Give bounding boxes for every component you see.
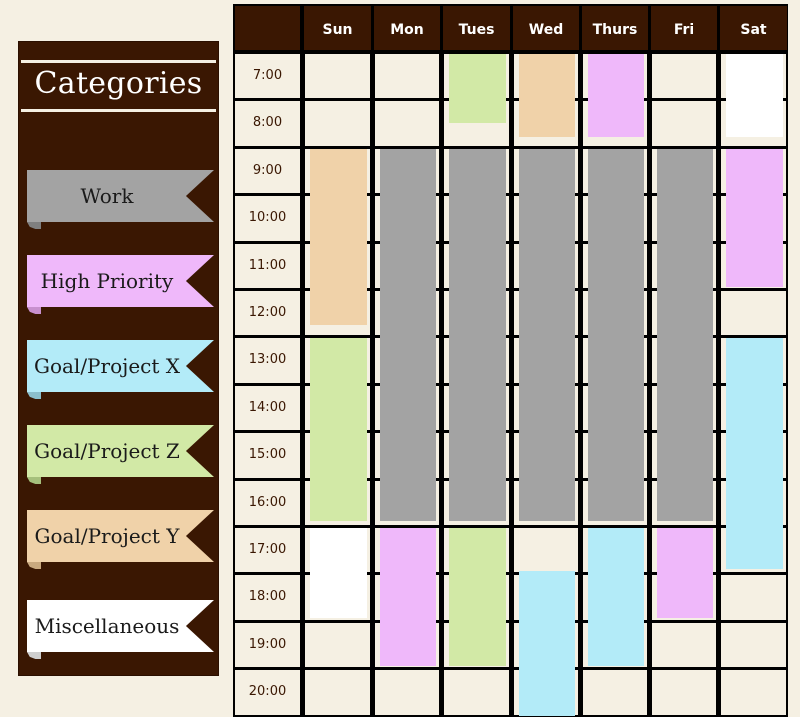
time-label: 8:00	[252, 115, 283, 131]
time-label: 7:00	[252, 68, 283, 83]
day-header-sat: Sat	[720, 6, 787, 50]
event-misc-sat[interactable]	[726, 54, 783, 138]
category-goalx: Goal/Project X	[27, 340, 214, 399]
slot-sun-7-00[interactable]	[305, 54, 370, 99]
slot-sun-19-00[interactable]	[305, 622, 370, 668]
slot-mon-20-00[interactable]	[375, 670, 439, 715]
event-goalx-thurs[interactable]	[588, 528, 644, 666]
slot-sun-8-00[interactable]	[305, 101, 370, 146]
category-misc: Miscellaneous	[27, 600, 214, 659]
event-work-thurs[interactable]	[588, 148, 644, 522]
time-label: 9:00	[252, 162, 283, 178]
slot-fri-8-00[interactable]	[652, 101, 716, 146]
time-label: 11:00	[248, 257, 287, 273]
slot-sat-20-00[interactable]	[721, 670, 786, 715]
event-goaly-wed[interactable]	[519, 54, 575, 138]
event-misc-sun[interactable]	[310, 528, 367, 619]
category-goalz: Goal/Project Z	[27, 425, 214, 484]
ribbon-fold	[27, 652, 41, 659]
day-header-mon: Mon	[374, 6, 440, 50]
time-label: 20:00	[248, 684, 287, 700]
time-label: 18:00	[248, 589, 287, 605]
slot-sat-12-00[interactable]	[721, 291, 786, 336]
ribbon-fold	[27, 477, 41, 484]
day-header-fri: Fri	[651, 6, 717, 50]
slot-fri-20-00[interactable]	[652, 670, 716, 715]
category-label: Work	[80, 184, 134, 208]
event-work-mon[interactable]	[380, 148, 436, 522]
slot-mon-8-00[interactable]	[375, 101, 439, 146]
day-header-thurs: Thurs	[582, 6, 648, 50]
event-goalx-wed[interactable]	[519, 570, 575, 716]
category-label: High Priority	[40, 269, 174, 293]
event-high-fri[interactable]	[657, 528, 713, 619]
title-divider-bottom	[21, 109, 216, 112]
day-header-sun: Sun	[304, 6, 371, 50]
slot-fri-7-00[interactable]	[652, 54, 716, 99]
category-label: Goal/Project Z	[34, 439, 180, 463]
event-goaly-sun[interactable]	[310, 148, 367, 325]
ribbon-fold	[27, 392, 41, 399]
day-header-wed: Wed	[513, 6, 579, 50]
slot-wed-17-00[interactable]	[514, 528, 578, 573]
header-corner	[235, 6, 300, 50]
time-label: 14:00	[248, 399, 287, 415]
day-header-tues: Tues	[443, 6, 510, 50]
slot-thurs-20-00[interactable]	[583, 670, 647, 715]
event-high-sat[interactable]	[726, 148, 783, 287]
ribbon-fold	[27, 562, 41, 569]
event-goalx-sat[interactable]	[726, 338, 783, 569]
event-work-fri[interactable]	[657, 148, 713, 522]
category-label: Miscellaneous	[34, 614, 180, 638]
slot-mon-7-00[interactable]	[375, 54, 439, 99]
time-label: 17:00	[248, 542, 287, 557]
event-goalz-tues[interactable]	[449, 528, 506, 666]
time-label: 13:00	[248, 352, 287, 368]
category-label: Goal/Project X	[33, 354, 180, 378]
ribbon-fold	[27, 307, 41, 314]
category-label: Goal/Project Y	[34, 524, 180, 548]
event-work-wed[interactable]	[519, 148, 575, 522]
category-high: High Priority	[27, 255, 214, 314]
slot-tues-20-00[interactable]	[444, 670, 509, 715]
weekly-calendar: Sun Mon Tues Wed Thurs Fri Sat 7:00 8:00 9:00 10:0…	[233, 4, 788, 717]
slot-sun-20-00[interactable]	[305, 670, 370, 715]
slot-sat-19-00[interactable]	[721, 622, 786, 668]
categories-title: Categories	[34, 66, 203, 101]
ribbon-fold	[27, 222, 41, 229]
time-label: 16:00	[248, 494, 287, 510]
time-label: 12:00	[248, 305, 287, 320]
time-label: 10:00	[248, 210, 287, 226]
slot-fri-19-00[interactable]	[652, 622, 716, 668]
category-goaly: Goal/Project Y	[27, 510, 214, 569]
event-high-thurs[interactable]	[588, 54, 644, 138]
event-goalz-sun[interactable]	[310, 338, 367, 522]
category-work: Work	[27, 170, 214, 229]
event-goalz-tues[interactable]	[449, 54, 506, 124]
time-label: 19:00	[248, 636, 287, 652]
event-high-mon[interactable]	[380, 528, 436, 666]
time-label: 15:00	[248, 447, 287, 463]
slot-sat-18-00[interactable]	[721, 575, 786, 620]
title-divider-top	[21, 60, 216, 63]
categories-panel: Categories Work High Priority Goal/Project…	[18, 41, 219, 676]
event-work-tues[interactable]	[449, 148, 506, 522]
